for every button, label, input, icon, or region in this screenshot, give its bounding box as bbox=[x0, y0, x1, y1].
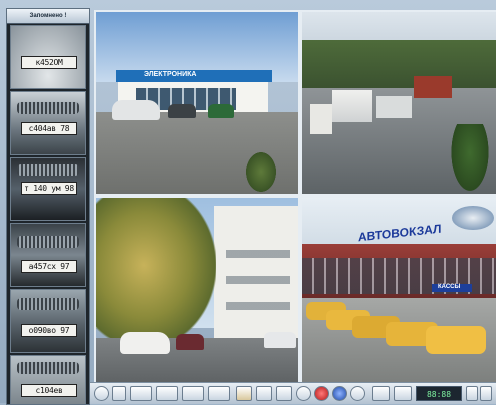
exit-button[interactable] bbox=[480, 386, 492, 401]
taxi bbox=[426, 326, 486, 354]
list-item[interactable]: а457сх 97 bbox=[10, 223, 86, 287]
tree bbox=[450, 124, 490, 194]
layout-custom-button[interactable] bbox=[208, 386, 230, 401]
plate-list-header: Запомнено ! bbox=[7, 9, 89, 24]
menu-button[interactable] bbox=[466, 386, 478, 401]
list-item[interactable]: т 140 ум 98 bbox=[10, 157, 86, 221]
camera-view-4[interactable]: АВТОВОКЗАЛ КАССЫ bbox=[300, 196, 496, 384]
car-grille bbox=[17, 102, 79, 114]
tree bbox=[96, 198, 216, 348]
layout-4-button[interactable] bbox=[130, 386, 152, 401]
car-grille bbox=[17, 236, 79, 248]
car-grille bbox=[17, 164, 79, 176]
license-plate: а457сх 97 bbox=[21, 260, 77, 273]
edit-icon[interactable] bbox=[236, 386, 252, 401]
camera-view-2[interactable] bbox=[300, 10, 496, 196]
layout-16-button[interactable] bbox=[182, 386, 204, 401]
grid-icon[interactable] bbox=[256, 386, 272, 401]
parked-car bbox=[112, 100, 160, 120]
license-plate: о090во 97 bbox=[21, 324, 77, 337]
store-sign: ЭЛЕКТРОНИКА bbox=[144, 71, 197, 78]
truck bbox=[376, 96, 412, 118]
time-display: 88:88 bbox=[416, 386, 462, 401]
tree bbox=[246, 152, 276, 192]
license-plate: к452ОМ bbox=[21, 56, 77, 69]
logo-dome bbox=[452, 206, 494, 230]
monitor-icon[interactable] bbox=[276, 386, 292, 401]
parked-car bbox=[176, 334, 204, 350]
list-item[interactable]: с404ав 78 bbox=[10, 91, 86, 155]
ticket-sign-text: КАССЫ bbox=[438, 284, 461, 290]
parked-car bbox=[208, 104, 234, 118]
layout-1-button[interactable] bbox=[112, 386, 126, 401]
windows bbox=[226, 238, 290, 328]
surveillance-app: Запомнено ! к452ОМ с404ав 78 т 140 ум 98… bbox=[0, 0, 496, 405]
playback-icon[interactable] bbox=[350, 386, 365, 401]
truck bbox=[310, 104, 332, 134]
license-plate: с404ав 78 bbox=[21, 122, 77, 135]
alarm-icon[interactable] bbox=[314, 386, 329, 401]
truck bbox=[332, 90, 372, 122]
building-fascia: ЭЛЕКТРОНИКА bbox=[116, 70, 272, 82]
settings-dial-icon[interactable] bbox=[94, 386, 109, 401]
ptz-icon[interactable] bbox=[332, 386, 347, 401]
list-item[interactable]: с104ев bbox=[10, 355, 86, 404]
license-plate: с104ев bbox=[21, 384, 77, 397]
layout-9-button[interactable] bbox=[156, 386, 178, 401]
parked-car bbox=[120, 332, 170, 354]
control-toolbar: 88:88 bbox=[90, 382, 496, 404]
tree-line bbox=[302, 40, 496, 88]
list-item[interactable]: о090во 97 bbox=[10, 289, 86, 353]
ticket-sign: КАССЫ bbox=[432, 284, 472, 292]
parked-car bbox=[168, 104, 196, 118]
camera-view-3[interactable] bbox=[94, 196, 300, 384]
next-frame-button[interactable] bbox=[394, 386, 412, 401]
car-grille bbox=[17, 298, 79, 310]
warehouse bbox=[414, 76, 452, 98]
plate-capture-list[interactable]: Запомнено ! к452ОМ с404ав 78 т 140 ум 98… bbox=[6, 8, 90, 405]
list-item[interactable]: к452ОМ bbox=[10, 25, 86, 89]
license-plate: т 140 ум 98 bbox=[21, 182, 77, 195]
car-grille bbox=[17, 362, 79, 374]
prev-frame-button[interactable] bbox=[372, 386, 390, 401]
parked-car bbox=[264, 332, 296, 348]
record-icon[interactable] bbox=[296, 386, 311, 401]
camera-view-1[interactable]: ЭЛЕКТРОНИКА bbox=[94, 10, 300, 196]
car-thumbnail bbox=[11, 224, 85, 286]
